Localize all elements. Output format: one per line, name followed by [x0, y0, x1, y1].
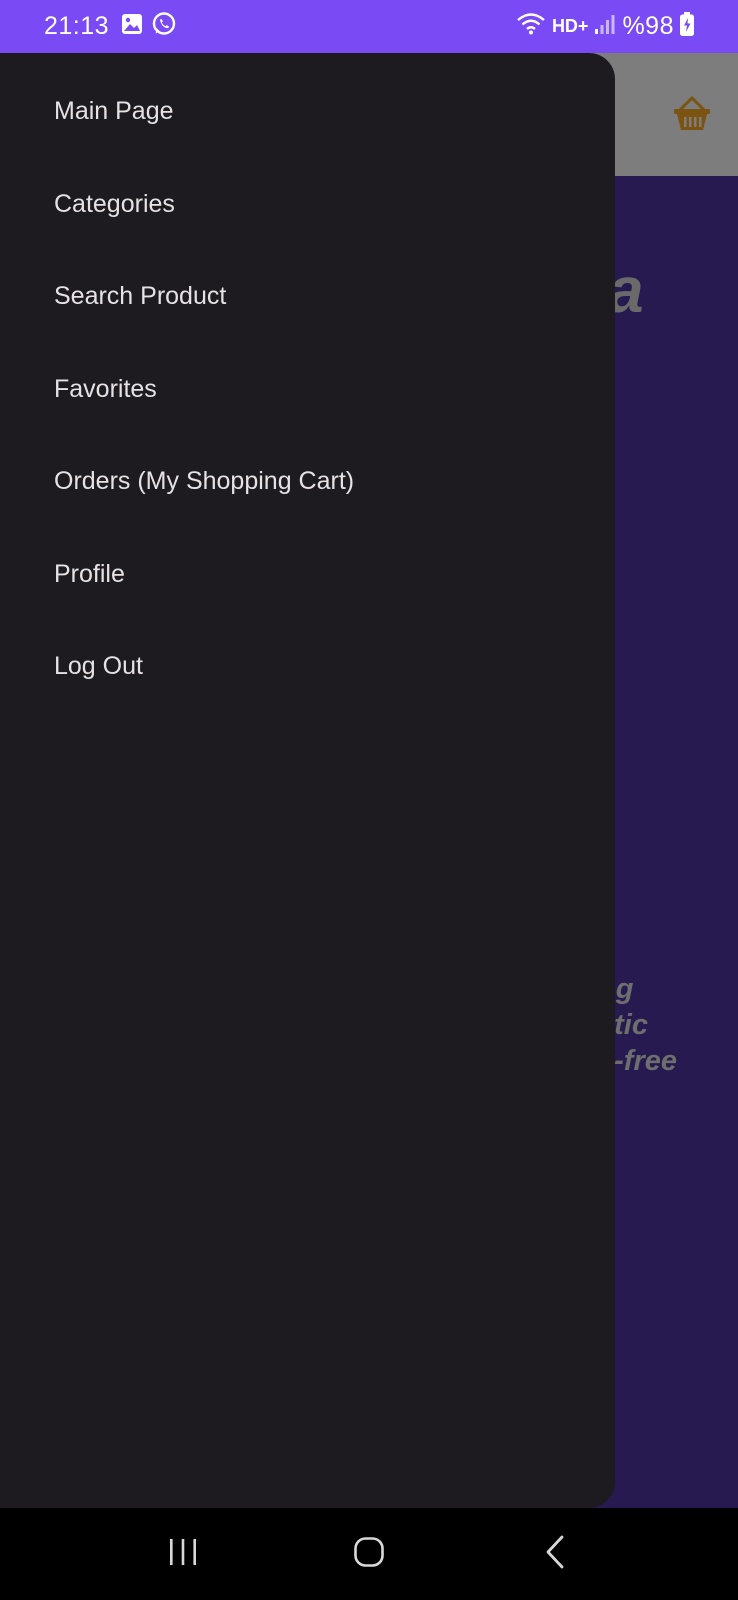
description-fragment: a ng atic y-free — [598, 937, 677, 1077]
system-status-icons: HD+ %98 — [516, 12, 694, 41]
phone-screen: 21:13 HD+ %98 a ng atic y-free Main Page… — [0, 0, 738, 1600]
status-bar: 21:13 HD+ %98 — [0, 0, 738, 53]
drawer-item-categories[interactable]: Categories — [0, 174, 615, 267]
status-time: 21:13 — [44, 12, 110, 40]
battery-charging-icon — [680, 12, 694, 41]
signal-icon — [594, 13, 616, 40]
home-icon — [353, 1536, 385, 1573]
gallery-icon — [121, 13, 143, 40]
whatsapp-icon — [151, 11, 177, 42]
system-navigation-bar — [0, 1508, 738, 1600]
network-type-label: HD+ — [551, 16, 589, 36]
basket-icon[interactable] — [672, 94, 712, 137]
drawer-item-log-out[interactable]: Log Out — [0, 636, 615, 729]
back-icon — [544, 1535, 566, 1574]
home-button[interactable] — [329, 1524, 409, 1584]
navigation-drawer: Main Page Categories Search Product Favo… — [0, 53, 615, 1508]
drawer-item-favorites[interactable]: Favorites — [0, 359, 615, 452]
drawer-item-search-product[interactable]: Search Product — [0, 266, 615, 359]
drawer-item-profile[interactable]: Profile — [0, 544, 615, 637]
drawer-item-orders[interactable]: Orders (My Shopping Cart) — [0, 451, 615, 544]
back-button[interactable] — [515, 1524, 595, 1584]
drawer-menu: Main Page Categories Search Product Favo… — [0, 53, 615, 729]
battery-percentage: %98 — [622, 12, 674, 40]
drawer-item-main-page[interactable]: Main Page — [0, 81, 615, 174]
wifi-icon — [516, 12, 546, 41]
notification-icons — [121, 11, 177, 42]
recents-button[interactable] — [143, 1524, 223, 1584]
recents-icon — [167, 1537, 199, 1572]
